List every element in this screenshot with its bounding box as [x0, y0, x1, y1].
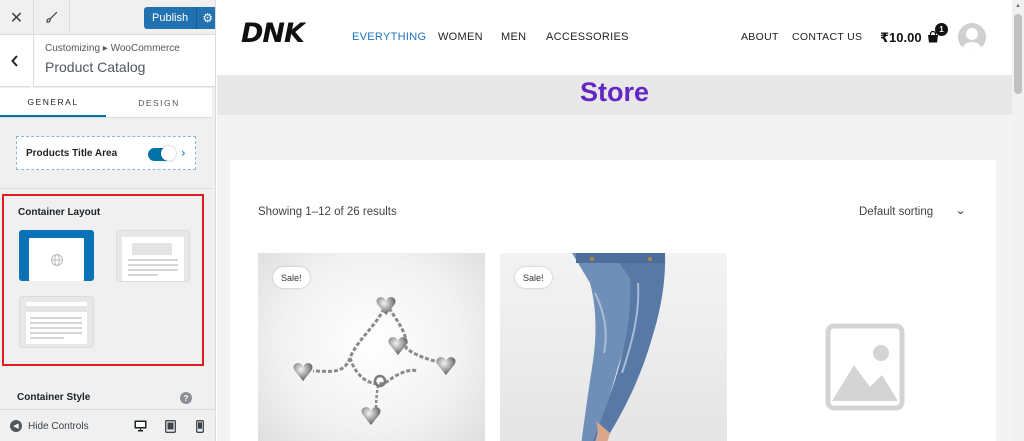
help-icon[interactable]: ? [180, 392, 192, 404]
collapse-arrow-icon: ◀ [10, 420, 22, 432]
result-count: Showing 1–12 of 26 results [258, 206, 397, 218]
hide-controls-label: Hide Controls [28, 420, 89, 432]
chevron-left-icon [11, 55, 18, 67]
page-title-banner: Store [217, 75, 1012, 115]
nav-accessories[interactable]: ACCESSORIES [546, 31, 629, 43]
close-icon: ✕ [9, 8, 24, 27]
container-style-label: Container Style [17, 392, 91, 403]
shop-content: Showing 1–12 of 26 results Default sorti… [230, 160, 996, 441]
preview-scrollbar[interactable]: ▲ [1012, 0, 1024, 441]
chevron-down-icon[interactable]: ⌄ [955, 204, 967, 217]
nav-about[interactable]: ABOUT [741, 31, 779, 43]
avatar[interactable] [958, 23, 986, 51]
site-logo[interactable]: DNK [241, 18, 305, 49]
container-layout-section: Container Layout [2, 194, 204, 366]
scroll-up-arrow-icon[interactable]: ▲ [1012, 0, 1024, 12]
paintbrush-icon [46, 11, 58, 23]
desktop-preview-button[interactable] [132, 418, 148, 434]
divider [0, 188, 212, 189]
cart-total[interactable]: ₹10.00 [880, 30, 922, 46]
container-layout-label: Container Layout [18, 207, 101, 218]
sale-badge: Sale! [273, 267, 310, 288]
layout-option-boxed[interactable] [116, 230, 190, 282]
product-card[interactable] [742, 253, 969, 441]
products-title-area-control[interactable]: Products Title Area › [16, 136, 196, 170]
site-preview: DNK EVERYTHING WOMEN MEN ACCESSORIES ABO… [217, 0, 1024, 441]
breadcrumb: Customizing ▸ WooCommerce [45, 43, 180, 54]
products-title-area-label: Products Title Area [26, 147, 118, 159]
gear-icon: ⚙ [202, 11, 213, 25]
product-card[interactable]: Sale! [500, 253, 727, 441]
publish-settings-button[interactable]: ⚙ [196, 7, 215, 29]
nav-women[interactable]: WOMEN [438, 31, 483, 43]
back-button[interactable] [0, 35, 34, 87]
user-silhouette-icon [962, 28, 982, 51]
customizer-panel: ✕ Publish ⚙ Customizing ▸ WooCommerce Pr… [0, 0, 216, 441]
toggle-knob [161, 146, 176, 161]
nav-contact-us[interactable]: CONTACT US [792, 31, 862, 43]
mobile-preview-button[interactable] [192, 418, 208, 434]
change-theme-button[interactable] [34, 0, 70, 35]
tab-general[interactable]: GENERAL [0, 88, 106, 117]
panel-tabs: GENERAL DESIGN [0, 88, 212, 118]
site-header: DNK EVERYTHING WOMEN MEN ACCESSORIES ABO… [217, 0, 1024, 75]
products-title-area-toggle[interactable] [148, 146, 176, 161]
layout-option-content-boxed[interactable] [19, 296, 94, 348]
desktop-icon [134, 420, 146, 432]
customizer-footer: ◀ Hide Controls [0, 409, 215, 441]
product-card[interactable]: Sale! [258, 253, 485, 441]
tablet-icon [164, 419, 176, 433]
chevron-right-icon[interactable]: › [181, 146, 186, 160]
nav-men[interactable]: MEN [501, 31, 526, 43]
page-title: Store [579, 77, 650, 107]
close-customizer-button[interactable]: ✕ [0, 0, 34, 35]
mobile-icon [196, 419, 204, 433]
scrollbar-thumb[interactable] [1014, 14, 1022, 94]
tab-design[interactable]: DESIGN [106, 88, 212, 117]
globe-icon [50, 253, 63, 266]
placeholder-image-icon [825, 323, 905, 411]
customizer-section-header: Customizing ▸ WooCommerce Product Catalo… [0, 35, 215, 87]
sorting-select[interactable]: Default sorting [859, 206, 933, 218]
sale-badge: Sale! [515, 267, 552, 288]
cart-count-badge: 1 [935, 23, 948, 36]
panel-title: Product Catalog [45, 59, 146, 75]
layout-option-full-width[interactable] [19, 230, 94, 281]
nav-everything[interactable]: EVERYTHING [352, 31, 426, 43]
customizer-topbar: ✕ Publish ⚙ [0, 0, 215, 35]
hide-controls-button[interactable]: ◀ Hide Controls [10, 420, 89, 432]
publish-button[interactable]: Publish [144, 7, 197, 29]
tablet-preview-button[interactable] [162, 418, 178, 434]
